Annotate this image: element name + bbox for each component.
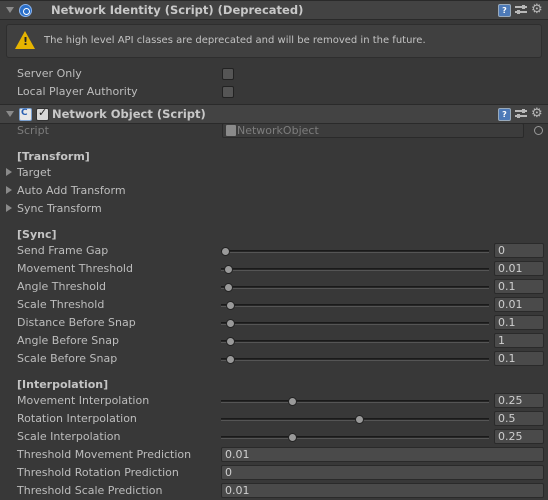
preset-icon[interactable]: [515, 109, 527, 119]
csharp-script-icon: C: [19, 108, 32, 121]
rotation-interpolation-label: Rotation Interpolation: [17, 412, 137, 425]
slider-thumb[interactable]: [226, 337, 236, 346]
server-only-checkbox[interactable]: [222, 68, 234, 80]
sync-transform-foldout[interactable]: Sync Transform: [6, 202, 102, 215]
slider-thumb[interactable]: [355, 415, 364, 424]
scale-interpolation-label: Scale Interpolation: [17, 430, 121, 443]
sync-section-header: [Sync]: [17, 228, 57, 241]
threshold-movement-prediction-field[interactable]: 0.01: [221, 447, 544, 462]
script-asset-icon: [226, 125, 236, 136]
script-label: Script: [17, 124, 49, 137]
movement-threshold-slider[interactable]: [221, 265, 489, 274]
scale-threshold-label: Scale Threshold: [17, 298, 105, 311]
scale-threshold-slider[interactable]: [221, 301, 489, 310]
movement-interpolation-slider[interactable]: [221, 397, 489, 406]
send-frame-gap-value-field[interactable]: 0: [494, 243, 544, 258]
angle-before-snap-slider[interactable]: [221, 337, 489, 346]
slider-thumb[interactable]: [288, 397, 297, 406]
angle-threshold-label: Angle Threshold: [17, 280, 107, 293]
header-tools: ? ⚙: [498, 2, 544, 18]
slider-thumb[interactable]: [221, 247, 230, 256]
target-foldout[interactable]: Target: [6, 166, 51, 179]
help-icon[interactable]: ?: [498, 4, 511, 17]
script-value: NetworkObject: [237, 124, 319, 137]
angle-before-snap-label: Angle Before Snap: [17, 334, 119, 347]
network-icon: [19, 4, 32, 17]
preset-icon[interactable]: [515, 5, 527, 15]
foldout-arrow-icon: [6, 204, 12, 212]
deprecation-warning: ! The high level API classes are depreca…: [6, 24, 542, 58]
component-title: Network Identity (Script) (Deprecated): [51, 3, 304, 17]
component-title: Network Object (Script): [52, 107, 206, 121]
movement-interpolation-value-field[interactable]: 0.25: [494, 393, 544, 408]
rotation-interpolation-value-field[interactable]: 0.5: [494, 411, 544, 426]
distance-before-snap-value-field[interactable]: 0.1: [494, 315, 544, 330]
warning-text: The high level API classes are deprecate…: [44, 35, 426, 46]
rotation-interpolation-slider[interactable]: [221, 415, 489, 424]
enable-checkbox[interactable]: ✓: [36, 106, 49, 121]
interpolation-section-header: [Interpolation]: [17, 378, 109, 391]
gear-icon[interactable]: ⚙: [531, 106, 543, 121]
network-object-header[interactable]: C ✓ Network Object (Script) ? ⚙: [0, 104, 548, 124]
send-frame-gap-slider[interactable]: [221, 247, 489, 256]
angle-threshold-slider[interactable]: [221, 283, 489, 292]
scale-before-snap-label: Scale Before Snap: [17, 352, 118, 365]
header-tools: ? ⚙: [498, 106, 544, 122]
angle-threshold-value-field[interactable]: 0.1: [494, 279, 544, 294]
scale-before-snap-value-field[interactable]: 0.1: [494, 351, 544, 366]
threshold-scale-prediction-label: Threshold Scale Prediction: [17, 484, 163, 497]
send-frame-gap-label: Send Frame Gap: [17, 244, 109, 257]
scale-interpolation-value-field[interactable]: 0.25: [494, 429, 544, 444]
network-identity-header[interactable]: Network Identity (Script) (Deprecated) ?…: [0, 0, 548, 20]
movement-threshold-value-field[interactable]: 0.01: [494, 261, 544, 276]
movement-threshold-label: Movement Threshold: [17, 262, 133, 275]
scale-before-snap-slider[interactable]: [221, 355, 489, 364]
fold-arrow-icon[interactable]: [6, 111, 14, 117]
slider-thumb[interactable]: [226, 301, 236, 310]
local-player-authority-label: Local Player Authority: [17, 85, 138, 98]
foldout-arrow-icon: [6, 186, 12, 194]
slider-thumb[interactable]: [223, 283, 233, 292]
threshold-rotation-prediction-field[interactable]: 0: [221, 465, 544, 480]
distance-before-snap-slider[interactable]: [221, 319, 489, 328]
angle-before-snap-value-field[interactable]: 1: [494, 333, 544, 348]
slider-thumb[interactable]: [226, 355, 236, 364]
threshold-rotation-prediction-label: Threshold Rotation Prediction: [17, 466, 179, 479]
fold-arrow-icon[interactable]: [6, 7, 14, 13]
slider-thumb[interactable]: [288, 433, 297, 442]
distance-before-snap-label: Distance Before Snap: [17, 316, 136, 329]
gear-icon[interactable]: ⚙: [531, 2, 543, 17]
transform-section-header: [Transform]: [17, 150, 90, 163]
auto-add-transform-foldout[interactable]: Auto Add Transform: [6, 184, 126, 197]
server-only-label: Server Only: [17, 67, 82, 80]
help-icon[interactable]: ?: [498, 108, 511, 121]
script-field[interactable]: NetworkObject: [222, 123, 524, 138]
slider-thumb[interactable]: [223, 265, 233, 274]
scale-interpolation-slider[interactable]: [221, 433, 489, 442]
foldout-arrow-icon: [6, 168, 12, 176]
local-player-authority-checkbox[interactable]: [222, 86, 234, 98]
threshold-movement-prediction-label: Threshold Movement Prediction: [17, 448, 192, 461]
object-picker-icon[interactable]: [534, 126, 543, 135]
movement-interpolation-label: Movement Interpolation: [17, 394, 150, 407]
scale-threshold-value-field[interactable]: 0.01: [494, 297, 544, 312]
slider-thumb[interactable]: [226, 319, 236, 328]
threshold-scale-prediction-field[interactable]: 0.01: [221, 483, 544, 498]
